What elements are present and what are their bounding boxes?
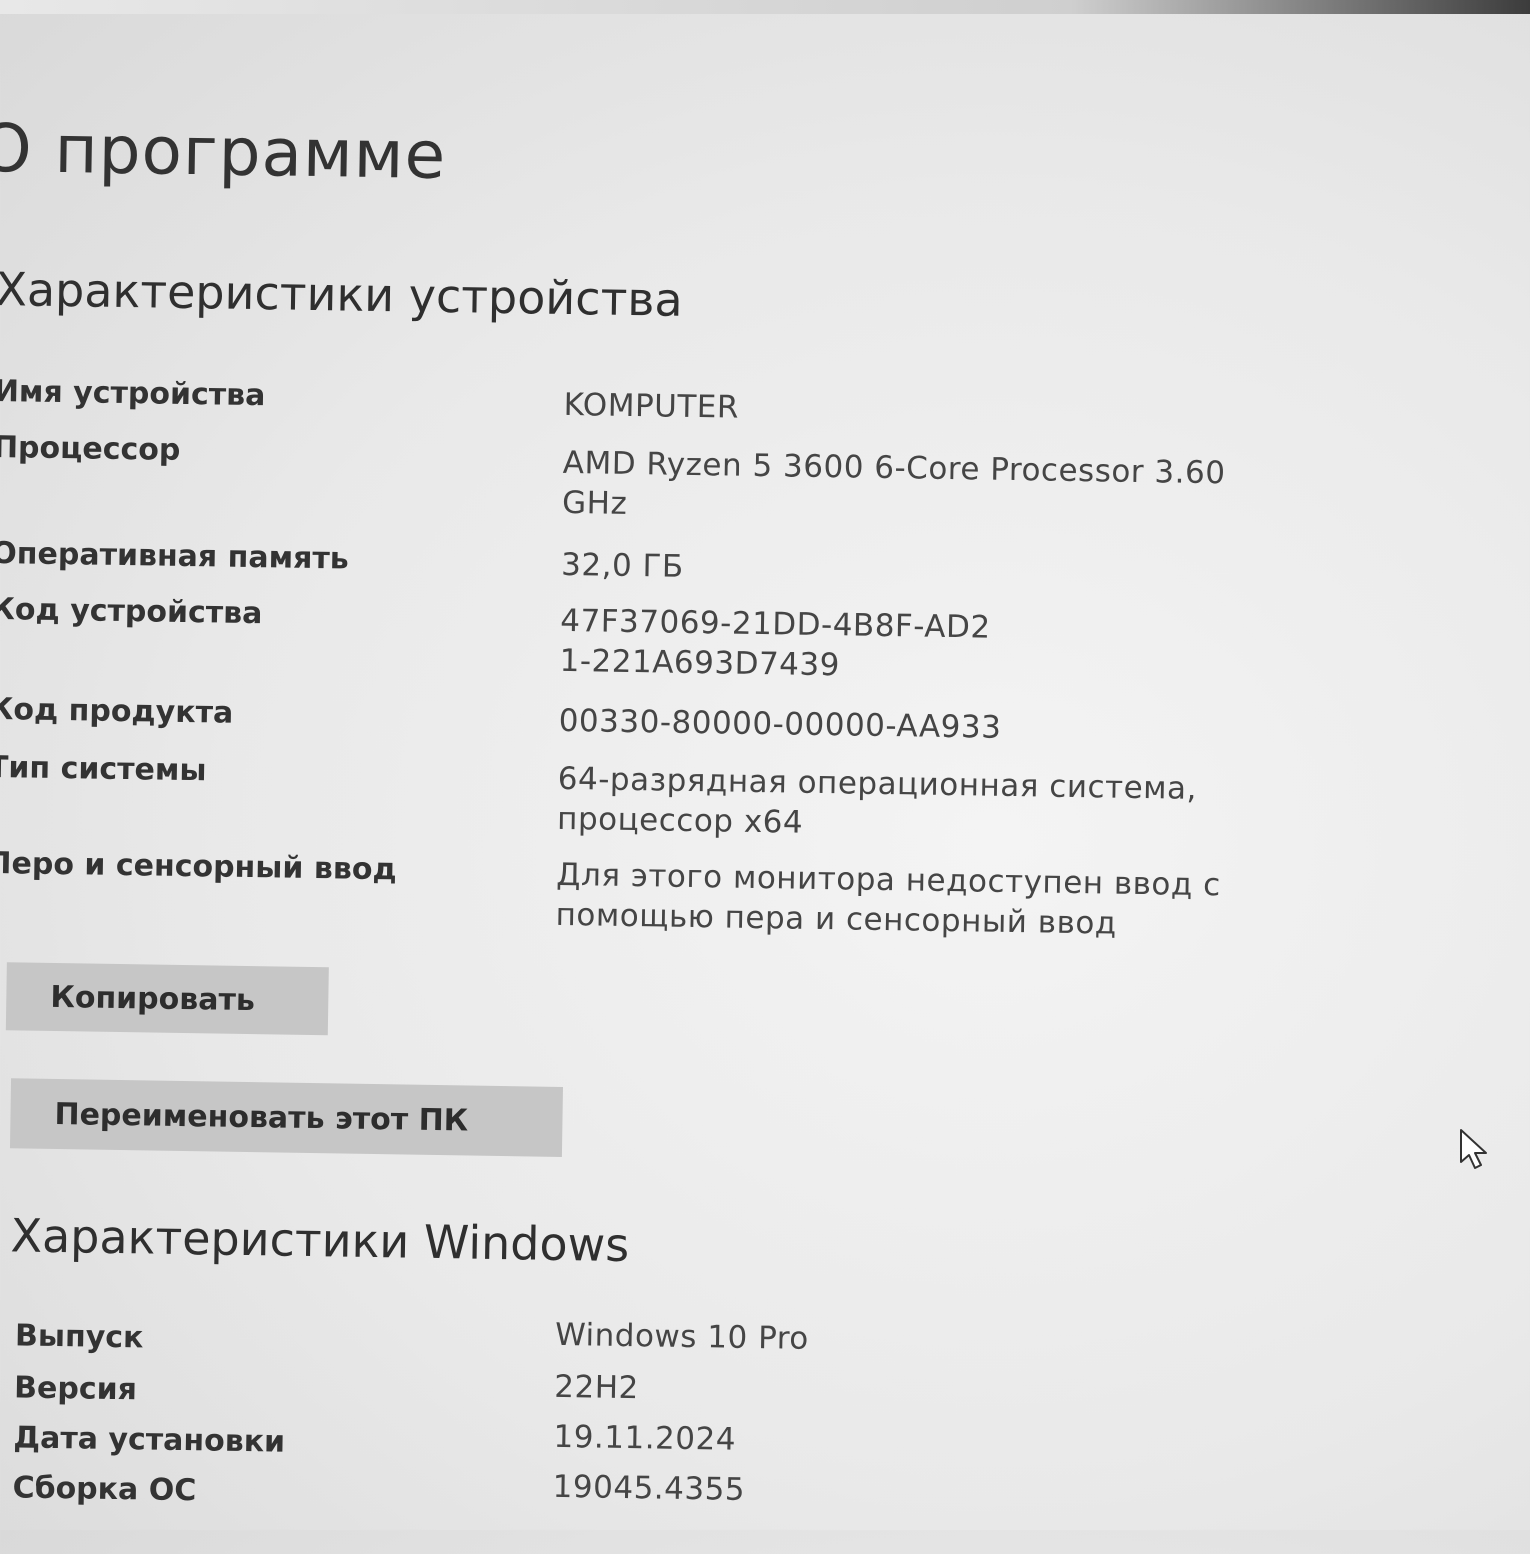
spec-value: 64-разрядная операционная система, проце… (556, 760, 1198, 841)
spec-value: 00330-80000-00000-AA933 (558, 702, 1002, 746)
spec-label: Имя устройства (0, 373, 266, 414)
page-title: О программе (0, 109, 447, 195)
spec-label: Код продукта (0, 691, 234, 731)
spec-value: 19045.4355 (552, 1468, 746, 1508)
mouse-pointer-icon (1460, 1129, 1487, 1169)
spec-label: Сборка ОС (12, 1470, 197, 1509)
spec-label: Дата установки (13, 1420, 286, 1460)
spec-value: Windows 10 Pro (554, 1316, 810, 1357)
windows-specs-title: Характеристики Windows (10, 1208, 630, 1273)
spec-row-device-name: Имя устройства KOMPUTER (0, 374, 1494, 426)
spec-label: Тип системы (0, 749, 207, 789)
spec-value: 22H2 (554, 1368, 640, 1407)
rename-pc-button[interactable]: Переименовать этот ПК (9, 1078, 563, 1157)
spec-label: Версия (13, 1370, 138, 1408)
copy-button[interactable]: Копировать (5, 962, 329, 1036)
spec-value: 47F37069-21DD-4B8F-AD21-221A693D7439 (559, 602, 991, 684)
device-specs-title: Характеристики устройства (0, 261, 684, 327)
spec-label: Оперативная память (0, 535, 350, 577)
spec-label: Процессор (0, 429, 181, 468)
spec-value: 19.11.2024 (553, 1418, 737, 1458)
spec-row-ram: Оперативная память 32,0 ГБ (0, 536, 1491, 585)
spec-value: AMD Ryzen 5 3600 6-Core Processor 3.60 G… (561, 444, 1226, 522)
spec-label: Код устройства (0, 591, 263, 632)
spec-label: Выпуск (14, 1318, 144, 1356)
spec-row-system-type: Тип системы 64-разрядная операционная си… (0, 750, 1488, 841)
spec-row-edition: Выпуск Windows 10 Pro (15, 1306, 1515, 1357)
spec-row-product-id: Код продукта 00330-80000-00000-AA933 (0, 692, 1489, 746)
spec-value: 32,0 ГБ (560, 546, 685, 585)
about-page: О программе Характеристики устройства Им… (0, 0, 1530, 1554)
spec-label: Перо и сенсорный ввод (0, 845, 397, 888)
spec-value: Для этого монитора недоступен ввод с пом… (555, 856, 1222, 942)
spec-value: KOMPUTER (563, 386, 740, 426)
